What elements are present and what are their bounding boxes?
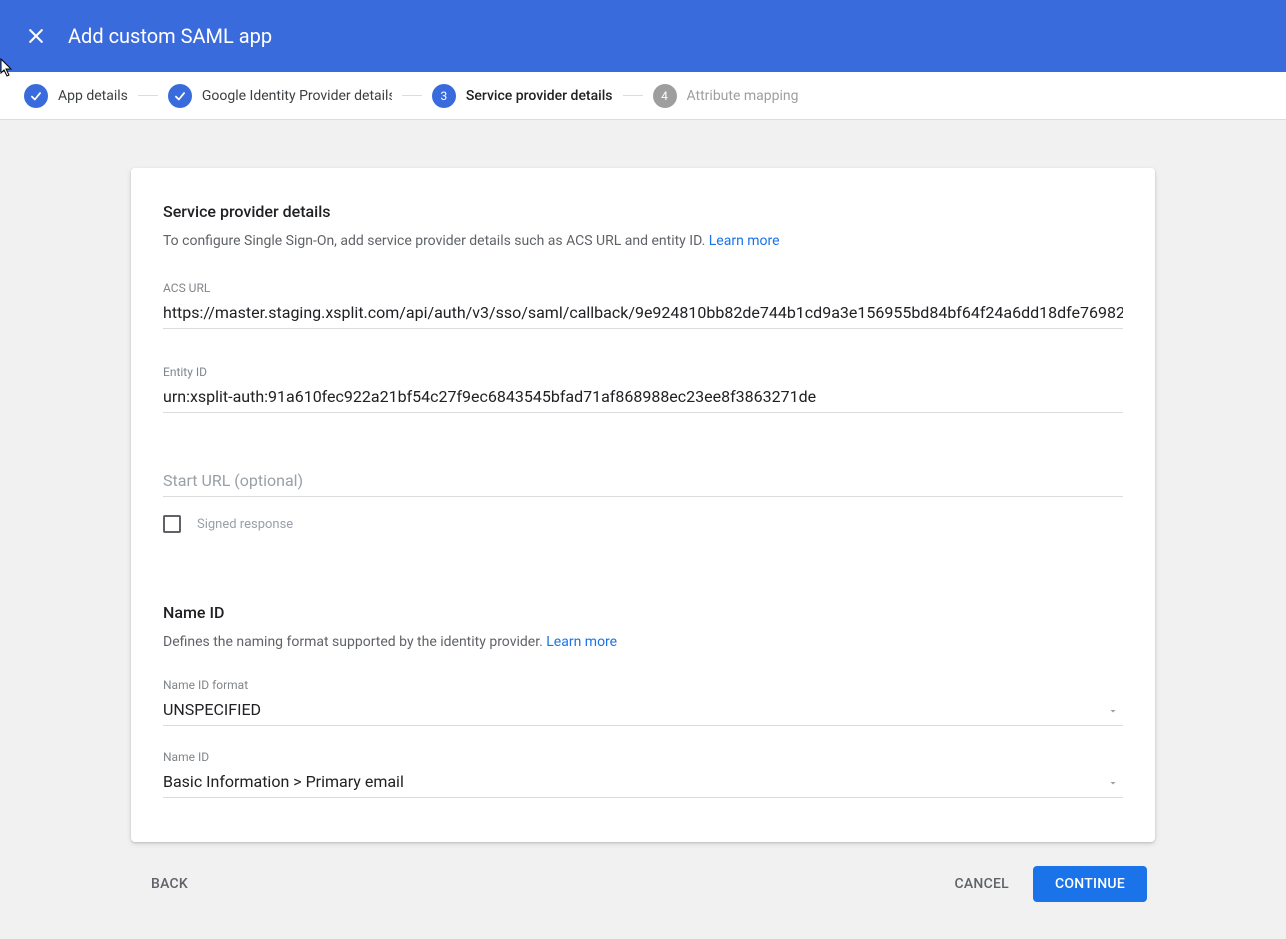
select-value: Basic Information > Primary email	[163, 772, 404, 791]
main-card: Service provider details To configure Si…	[131, 168, 1155, 842]
step-attribute-mapping: 4 Attribute mapping	[653, 84, 799, 108]
step-separator	[138, 95, 158, 96]
header-bar: Add custom SAML app	[0, 0, 1286, 72]
page-title: Add custom SAML app	[68, 24, 272, 48]
step-separator	[402, 95, 422, 96]
step-label: Attribute mapping	[687, 88, 799, 104]
step-number-icon: 3	[432, 84, 456, 108]
desc-text: Defines the naming format supported by t…	[163, 634, 546, 650]
entity-id-input[interactable]	[163, 383, 1123, 413]
acs-url-input[interactable]	[163, 299, 1123, 329]
signed-response-checkbox[interactable]	[163, 515, 181, 533]
field-label: ACS URL	[163, 281, 1123, 295]
name-id-format-select[interactable]: UNSPECIFIED	[163, 696, 1123, 726]
field-label: Name ID format	[163, 678, 1123, 692]
name-id-select[interactable]: Basic Information > Primary email	[163, 768, 1123, 798]
checkmark-icon	[168, 84, 192, 108]
step-label: Service provider details	[466, 88, 613, 104]
signed-response-row: Signed response	[163, 515, 1123, 533]
start-url-field	[163, 463, 1123, 497]
step-separator	[623, 95, 643, 96]
desc-text: To configure Single Sign-On, add service…	[163, 233, 709, 249]
step-label: Google Identity Provider details	[202, 88, 392, 104]
checkmark-icon	[24, 84, 48, 108]
step-sp-details: 3 Service provider details	[432, 84, 613, 108]
select-value: UNSPECIFIED	[163, 700, 261, 719]
learn-more-link[interactable]: Learn more	[709, 233, 780, 249]
step-label: App details	[58, 88, 128, 104]
checkbox-label: Signed response	[197, 517, 293, 532]
stepper: App details Google Identity Provider det…	[0, 72, 1286, 120]
step-number-icon: 4	[653, 84, 677, 108]
continue-button[interactable]: CONTINUE	[1033, 866, 1147, 902]
step-app-details[interactable]: App details	[24, 84, 128, 108]
acs-url-field: ACS URL	[163, 277, 1123, 329]
footer: BACK CANCEL CONTINUE	[131, 842, 1155, 926]
start-url-input[interactable]	[163, 467, 1123, 497]
field-label: Name ID	[163, 750, 1123, 764]
section-title: Name ID	[163, 603, 1123, 622]
section-description: To configure Single Sign-On, add service…	[163, 233, 1123, 249]
entity-id-field: Entity ID	[163, 361, 1123, 413]
cancel-button[interactable]: CANCEL	[943, 868, 1021, 900]
field-label: Entity ID	[163, 365, 1123, 379]
step-idp-details[interactable]: Google Identity Provider details	[168, 84, 392, 108]
section-description: Defines the naming format supported by t…	[163, 634, 1123, 650]
close-icon[interactable]	[24, 24, 48, 48]
learn-more-link[interactable]: Learn more	[546, 634, 617, 650]
section-title: Service provider details	[163, 202, 1123, 221]
chevron-down-icon	[1107, 702, 1119, 721]
chevron-down-icon	[1107, 774, 1119, 793]
back-button[interactable]: BACK	[139, 868, 200, 900]
